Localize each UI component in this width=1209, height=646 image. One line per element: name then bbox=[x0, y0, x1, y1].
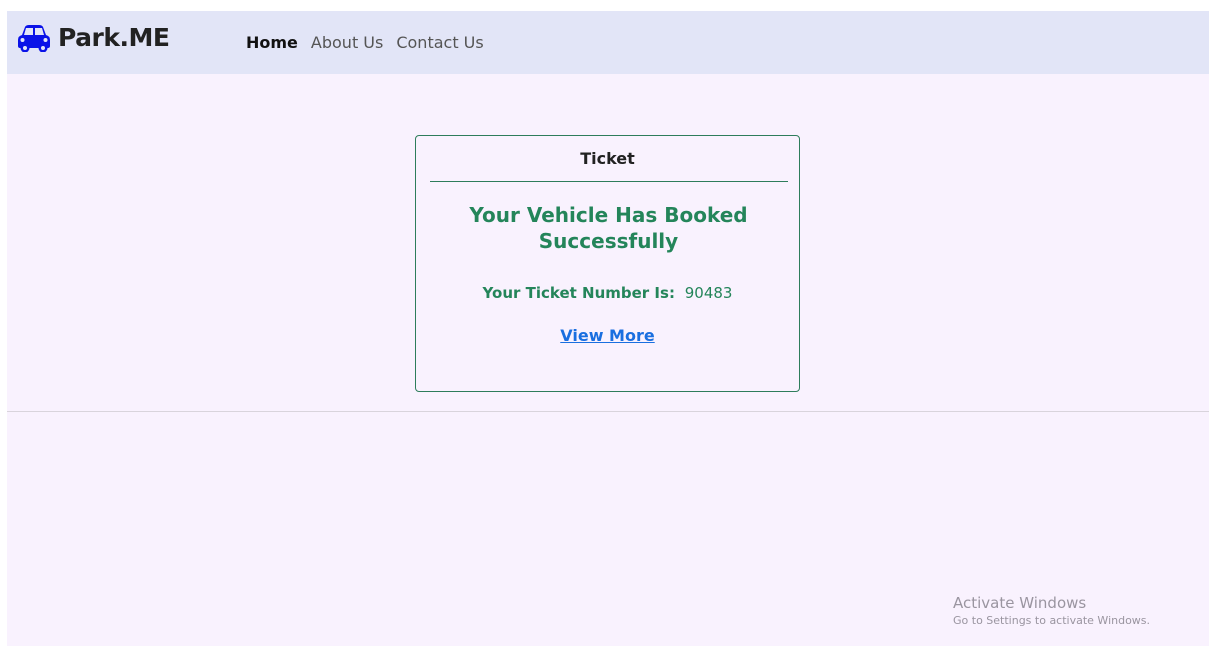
ticket-card-title: Ticket bbox=[580, 149, 635, 168]
windows-activation-watermark: Activate Windows Go to Settings to activ… bbox=[953, 594, 1150, 629]
navbar: Park.ME Home About Us Contact Us bbox=[7, 11, 1209, 74]
ticket-number-value: 90483 bbox=[684, 284, 733, 302]
nav-contact-link[interactable]: Contact Us bbox=[396, 33, 483, 52]
watermark-subtitle: Go to Settings to activate Windows. bbox=[953, 614, 1151, 627]
nav-links: Home About Us Contact Us bbox=[246, 33, 484, 52]
ticket-number-row: Your Ticket Number Is: 90483 bbox=[416, 284, 799, 302]
ticket-card: Ticket Your Vehicle Has Booked Successfu… bbox=[415, 135, 800, 392]
view-more-link[interactable]: View More bbox=[416, 326, 799, 345]
booking-success-heading: Your Vehicle Has Booked Successfully bbox=[469, 203, 748, 253]
page-frame: Park.ME Home About Us Contact Us Ticket … bbox=[7, 11, 1209, 646]
car-icon bbox=[18, 24, 50, 52]
watermark-title: Activate Windows bbox=[953, 594, 1087, 612]
page-divider bbox=[7, 411, 1209, 412]
brand-name: Park.ME bbox=[58, 23, 170, 52]
ticket-card-divider bbox=[430, 181, 788, 182]
brand-logo[interactable]: Park.ME bbox=[17, 23, 170, 52]
nav-about-link[interactable]: About Us bbox=[311, 33, 383, 52]
ticket-number-label: Your Ticket Number Is: bbox=[482, 284, 675, 302]
nav-home-link[interactable]: Home bbox=[246, 33, 298, 52]
